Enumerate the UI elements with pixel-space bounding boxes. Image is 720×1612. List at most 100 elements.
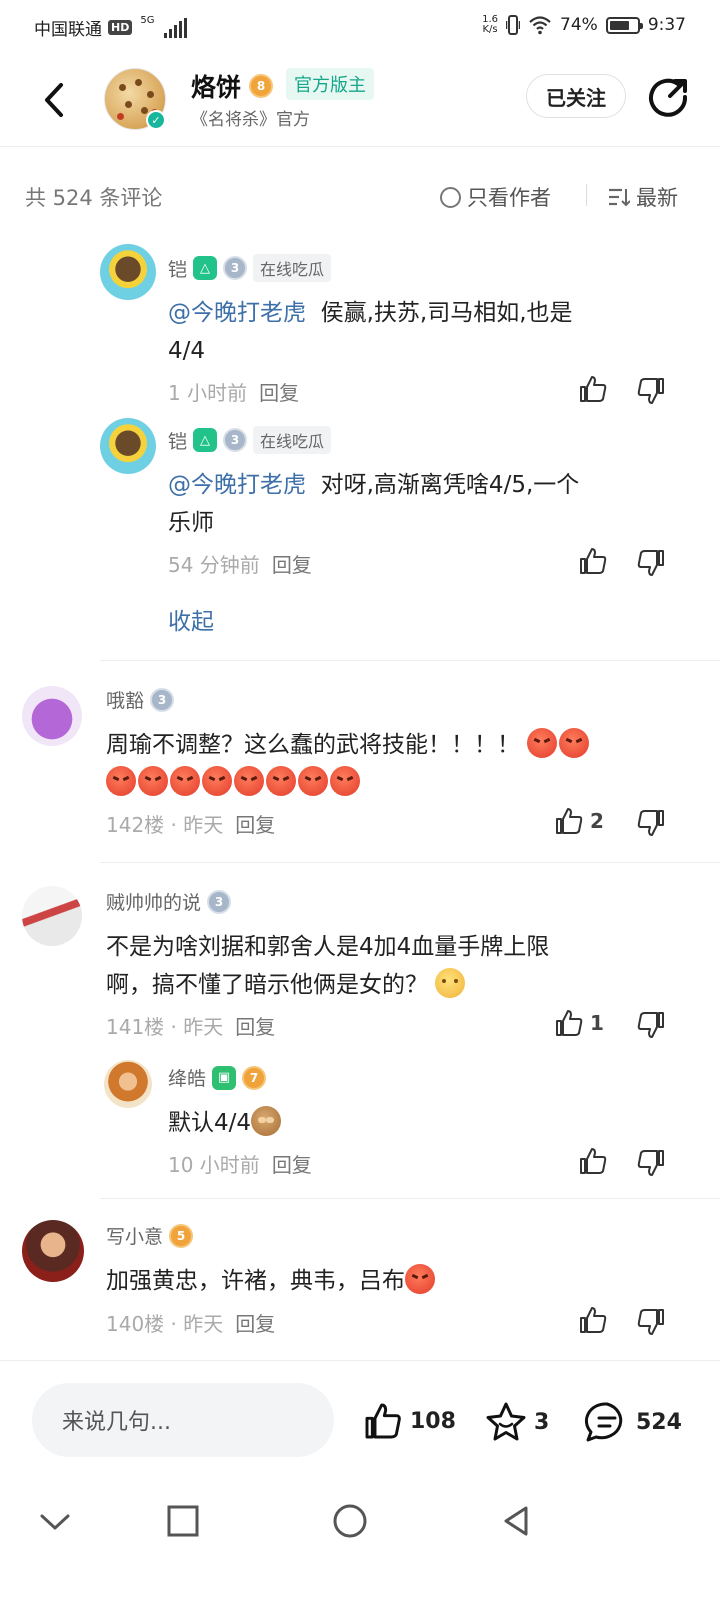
status-bar: 中国联通 HD 5G 1.6 K/s 74% 9:37 — [0, 0, 720, 52]
header: ✓ 烙饼 8 官方版主 《名将杀》官方 已关注 — [0, 52, 720, 148]
dislike-icon[interactable] — [636, 548, 666, 578]
user-tag: 在线吃瓜 — [253, 426, 332, 454]
comment-author-row: 贼帅帅的说 3 — [106, 888, 232, 915]
battery-icon — [605, 16, 643, 34]
user-avatar[interactable] — [100, 418, 156, 474]
reply-time: 1 小时前 — [168, 381, 248, 405]
reply-button[interactable]: 回复 — [235, 1015, 275, 1039]
reply-body: 默认4/4 — [168, 1110, 252, 1136]
level-badge: 3 — [223, 256, 248, 280]
dislike-icon[interactable] — [636, 1148, 666, 1178]
user-tag: 在线吃瓜 — [253, 254, 332, 282]
like-post-button[interactable]: 108 — [362, 1401, 456, 1441]
comment-author-name[interactable]: 哦豁 — [106, 686, 144, 713]
level-value: 7 — [249, 1070, 259, 1085]
follow-button[interactable]: 已关注 — [526, 74, 626, 118]
radio-icon — [440, 186, 461, 208]
carrier-label: 中国联通 — [34, 20, 102, 40]
back-triangle-icon[interactable] — [500, 1504, 532, 1538]
mention-link[interactable]: @今晚打老虎 — [168, 300, 306, 326]
like-button[interactable]: 2 — [554, 806, 604, 836]
comment-count: 共 524 条评论 — [25, 186, 163, 210]
system-navigation-bar — [0, 1480, 720, 1612]
user-avatar[interactable] — [22, 1220, 84, 1282]
comment-body: 不是为啥刘据和郭舍人是4加4血量手牌上限 — [106, 934, 550, 960]
reply-time: 10 小时前 — [168, 1153, 260, 1177]
comment-input[interactable]: 来说几句... — [32, 1383, 334, 1457]
author-name-row: 烙饼 8 — [191, 68, 274, 104]
wifi-icon — [529, 16, 551, 35]
sort-button[interactable]: 最新 — [608, 182, 678, 212]
like-count: 1 — [590, 1011, 604, 1035]
comment-body-line2: 啊，搞不懂了暗示他俩是女的？ — [106, 972, 428, 998]
comment-text: 周瑜不调整？这么蠢的武将技能！！！！ — [106, 726, 686, 802]
comment-author-name[interactable]: 贼帅帅的说 — [106, 888, 201, 915]
reply-body-line2: 4/4 — [168, 338, 206, 364]
battery-percent: 74% — [560, 15, 598, 35]
reply-button[interactable]: 回复 — [272, 1153, 312, 1177]
comment-meta: 141楼 · 昨天 回复 — [106, 1015, 276, 1039]
reply-meta: 54 分钟前 回复 — [168, 549, 312, 578]
angry-emoji-icon — [138, 766, 168, 796]
user-avatar[interactable] — [22, 886, 82, 946]
battery-fill — [609, 20, 630, 30]
level-value: 3 — [230, 433, 240, 447]
floor-number: 140楼 — [106, 1312, 165, 1336]
dislike-icon[interactable] — [636, 376, 666, 406]
vip-icon: △ — [193, 428, 218, 452]
level-badge: 3 — [150, 687, 175, 712]
thinking-emoji-icon — [435, 968, 466, 998]
user-avatar[interactable] — [100, 244, 156, 300]
comments-button[interactable]: 524 — [584, 1401, 682, 1443]
reply-author-row: 铠 △ 3 在线吃瓜 — [168, 426, 332, 454]
angry-emoji-icon — [170, 766, 200, 796]
network-type: 5G — [140, 15, 155, 26]
share-button[interactable] — [648, 76, 690, 118]
angry-emoji-icon — [202, 766, 232, 796]
reply-author-name[interactable]: 绛皓 — [168, 1064, 206, 1091]
dislike-icon[interactable] — [636, 1010, 666, 1040]
divider — [100, 862, 720, 863]
dislike-icon[interactable] — [636, 808, 666, 838]
like-icon[interactable] — [578, 546, 608, 576]
dislike-icon[interactable] — [636, 1307, 666, 1337]
like-icon[interactable] — [578, 1305, 608, 1335]
sort-icon — [609, 188, 630, 207]
favorite-button[interactable]: 3 — [484, 1401, 549, 1443]
reply-meta: 10 小时前 回复 — [168, 1149, 312, 1178]
reply-button[interactable]: 回复 — [235, 813, 275, 837]
comment-total: 524 — [636, 1409, 682, 1435]
angry-emoji-icon — [266, 766, 296, 796]
bottom-action-bar: 来说几句... 108 3 524 — [0, 1360, 720, 1480]
reply-author-name[interactable]: 铠 — [168, 255, 187, 282]
home-icon[interactable] — [332, 1503, 368, 1539]
collapse-replies-button[interactable]: 收起 — [168, 602, 214, 636]
like-icon — [365, 1403, 401, 1439]
back-button[interactable] — [34, 74, 74, 126]
like-button[interactable]: 1 — [554, 1008, 604, 1038]
reply-author-name[interactable]: 铠 — [168, 427, 187, 454]
monkey-emoji-icon — [251, 1106, 282, 1136]
level-value: 3 — [157, 692, 167, 707]
comment-author-row: 哦豁 3 — [106, 686, 175, 713]
reply-text: @今晚打老虎 对呀,高渐离凭啥4/5,一个 乐师 — [168, 466, 678, 542]
reply-button[interactable]: 回复 — [259, 381, 299, 405]
reply-button[interactable]: 回复 — [272, 553, 312, 577]
author-only-toggle[interactable]: 只看作者 — [440, 182, 551, 212]
like-icon[interactable] — [578, 374, 608, 404]
user-avatar[interactable] — [104, 1060, 152, 1108]
angry-emoji-icon — [405, 1264, 435, 1294]
comment-author-name[interactable]: 写小意 — [106, 1222, 163, 1249]
reply-button[interactable]: 回复 — [235, 1312, 275, 1336]
like-icon[interactable] — [578, 1146, 608, 1176]
level-value: 3 — [214, 894, 224, 909]
chevron-down-icon[interactable] — [38, 1510, 72, 1534]
back-arrow-icon — [45, 83, 63, 117]
floor-number: 142楼 — [106, 813, 165, 837]
sort-label: 最新 — [636, 186, 678, 210]
recent-apps-icon[interactable] — [166, 1504, 200, 1538]
user-avatar[interactable] — [22, 686, 82, 746]
comment-time: 昨天 — [183, 813, 224, 837]
verified-icon: ✓ — [146, 110, 166, 130]
mention-link[interactable]: @今晚打老虎 — [168, 472, 306, 498]
